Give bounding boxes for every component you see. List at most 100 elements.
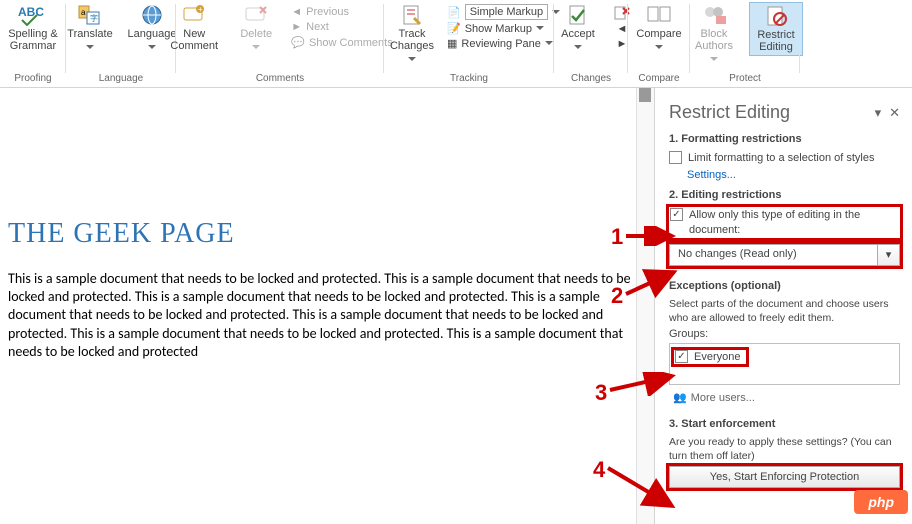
limit-formatting-label: Limit formatting to a selection of style… [688,151,874,165]
section-formatting: 1. Formatting restrictions [669,133,900,145]
translate-button[interactable]: a字 Translate [63,2,117,55]
editing-type-select[interactable]: No changes (Read only) ▾ [669,244,900,266]
restrict-editing-button[interactable]: Restrict Editing [749,2,803,56]
chevron-down-icon [408,57,416,65]
document-title: THE GEEK PAGE [8,218,646,250]
show-comments-button[interactable]: 💬Show Comments [291,36,392,49]
simple-markup-select[interactable]: 📄Simple Markup [447,4,553,20]
enforcement-desc: Are you ready to apply these settings? (… [669,436,900,463]
tracking-options: 📄Simple Markup 📝Show Markup ▦Reviewing P… [447,2,553,50]
exceptions-title: Exceptions (optional) [669,280,900,292]
ribbon: ABC Spelling & Grammar Proofing a字 Trans… [0,0,912,88]
callout-4: 4 [593,457,605,483]
new-comment-button[interactable]: + New Comment [167,2,221,54]
delete-comment-icon [244,4,268,26]
document-body: This is a sample document that needs to … [8,270,646,361]
compare-button[interactable]: Compare [632,2,686,55]
new-comment-label: New Comment [170,28,218,52]
chevron-down-icon [86,45,94,53]
editing-type-value: No changes (Read only) [669,244,878,266]
svg-text:+: + [198,5,203,14]
svg-text:a: a [81,8,86,17]
show-comments-icon: 💬 [291,36,305,49]
accept-icon [566,4,590,26]
callout-1: 1 [611,224,623,250]
delete-comment-button[interactable]: Delete [229,2,283,55]
section-enforcement: 3. Start enforcement [669,418,900,430]
everyone-checkbox[interactable] [675,350,688,363]
next-comment-button[interactable]: ►Next [291,21,392,33]
translate-label: Translate [67,28,112,40]
pane-controls: ▾ ✕ [875,105,900,121]
group-tracking: Track Changes 📄Simple Markup 📝Show Marku… [384,0,554,87]
group-label: Compare [632,71,686,87]
pane-title: Restrict Editing [669,102,790,123]
reviewing-pane-button[interactable]: ▦Reviewing Pane [447,37,553,50]
groups-box: Everyone [669,343,900,385]
php-badge: php [854,490,908,514]
callout-3: 3 [595,380,607,406]
chevron-down-icon [710,57,718,65]
svg-text:字: 字 [90,13,98,23]
group-language: a字 Translate Language Language [66,0,176,87]
chevron-down-icon [148,45,156,53]
group-label: Changes [558,71,624,87]
new-comment-icon: + [182,4,206,26]
reviewing-pane-icon: ▦ [447,37,457,50]
group-label: Language [70,71,172,87]
pane-header: Restrict Editing ▾ ✕ [669,102,900,123]
group-proofing: ABC Spelling & Grammar Proofing [0,0,66,87]
group-compare: Compare Compare [628,0,690,87]
comment-nav: ◄Previous ►Next 💬Show Comments [291,2,392,49]
group-label: Comments [180,71,380,87]
restrict-editing-label: Restrict Editing [757,29,794,53]
group-label: Tracking [388,71,550,87]
vertical-ruler [636,88,654,524]
limit-formatting-checkbox[interactable] [669,151,682,164]
group-protect: Block Authors Restrict Editing Protect [690,0,800,87]
callout-2: 2 [611,283,623,309]
limit-formatting-row[interactable]: Limit formatting to a selection of style… [669,151,900,165]
previous-comment-button[interactable]: ◄Previous [291,6,392,18]
block-authors-button[interactable]: Block Authors [687,2,741,67]
globe-icon [141,4,163,26]
group-comments: + New Comment Delete ◄Previous ►Next 💬Sh… [176,0,384,87]
everyone-label: Everyone [694,350,740,364]
accept-button[interactable]: Accept [551,2,605,55]
track-changes-button[interactable]: Track Changes [385,2,439,67]
pane-menu-icon[interactable]: ▾ [875,105,882,121]
block-authors-icon [702,4,726,26]
chevron-down-icon [655,45,663,53]
allow-only-label: Allow only this type of editing in the d… [689,208,899,237]
groups-label: Groups: [669,328,900,340]
everyone-row[interactable]: Everyone [674,350,746,364]
show-markup-button[interactable]: 📝Show Markup [447,22,553,35]
spelling-grammar-button[interactable]: ABC Spelling & Grammar [6,2,60,54]
svg-text:ABC: ABC [18,5,44,19]
allow-only-row[interactable]: Allow only this type of editing in the d… [669,207,900,238]
chevron-down-icon [536,26,544,34]
start-enforcing-button[interactable]: Yes, Start Enforcing Protection [669,466,900,488]
users-icon: 👥 [673,391,687,404]
restrict-editing-pane: Restrict Editing ▾ ✕ 1. Formatting restr… [654,88,912,524]
settings-link[interactable]: Settings... [687,169,900,181]
compare-icon [646,4,672,26]
close-icon[interactable]: ✕ [889,105,900,121]
group-label: Proofing [4,71,62,87]
next-icon: ► [291,21,302,33]
chevron-down-icon[interactable]: ▾ [878,244,900,266]
document-area[interactable]: THE GEEK PAGE This is a sample document … [0,88,654,524]
allow-only-checkbox[interactable] [670,208,683,221]
more-users-link[interactable]: 👥 More users... [673,391,900,404]
group-label: Protect [694,71,796,87]
show-markup-icon: 📝 [447,22,461,35]
delete-label: Delete [240,28,272,40]
group-changes: Accept ◄ ► Changes [554,0,628,87]
chevron-down-icon [252,45,260,53]
exceptions-desc: Select parts of the document and choose … [669,298,900,325]
block-authors-label: Block Authors [695,28,733,52]
accept-label: Accept [561,28,595,40]
track-changes-label: Track Changes [390,28,434,52]
restrict-editing-icon [764,5,788,27]
compare-label: Compare [636,28,681,40]
